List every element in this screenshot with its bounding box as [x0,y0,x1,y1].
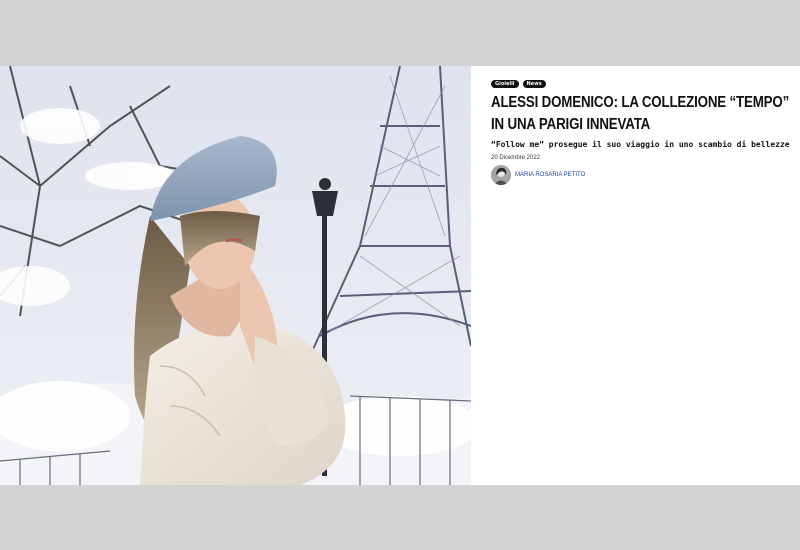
tag-news[interactable]: News [522,80,546,88]
article-hero-image[interactable] [0,66,471,485]
article-date: 20 Dicembre 2022 [491,155,541,161]
article-card: Gioielli News ALESSI DOMENICO: LA COLLEZ… [0,66,800,485]
author-name-link[interactable]: MARIA ROSARIA PETITO [515,172,585,178]
article-content: Gioielli News ALESSI DOMENICO: LA COLLEZ… [491,80,791,185]
tag-gioielli[interactable]: Gioielli [491,80,519,88]
article-tags: Gioielli News [491,80,791,88]
paris-snow-photo [0,66,471,485]
article-subtitle: “Follow me” prosegue il suo viaggio in u… [491,140,790,149]
article-author[interactable]: MARIA ROSARIA PETITO [491,165,791,185]
avatar-photo-icon [491,165,511,185]
article-title[interactable]: ALESSI DOMENICO: LA COLLEZIONE “TEMPO” I… [491,92,790,136]
author-avatar[interactable] [491,165,511,185]
